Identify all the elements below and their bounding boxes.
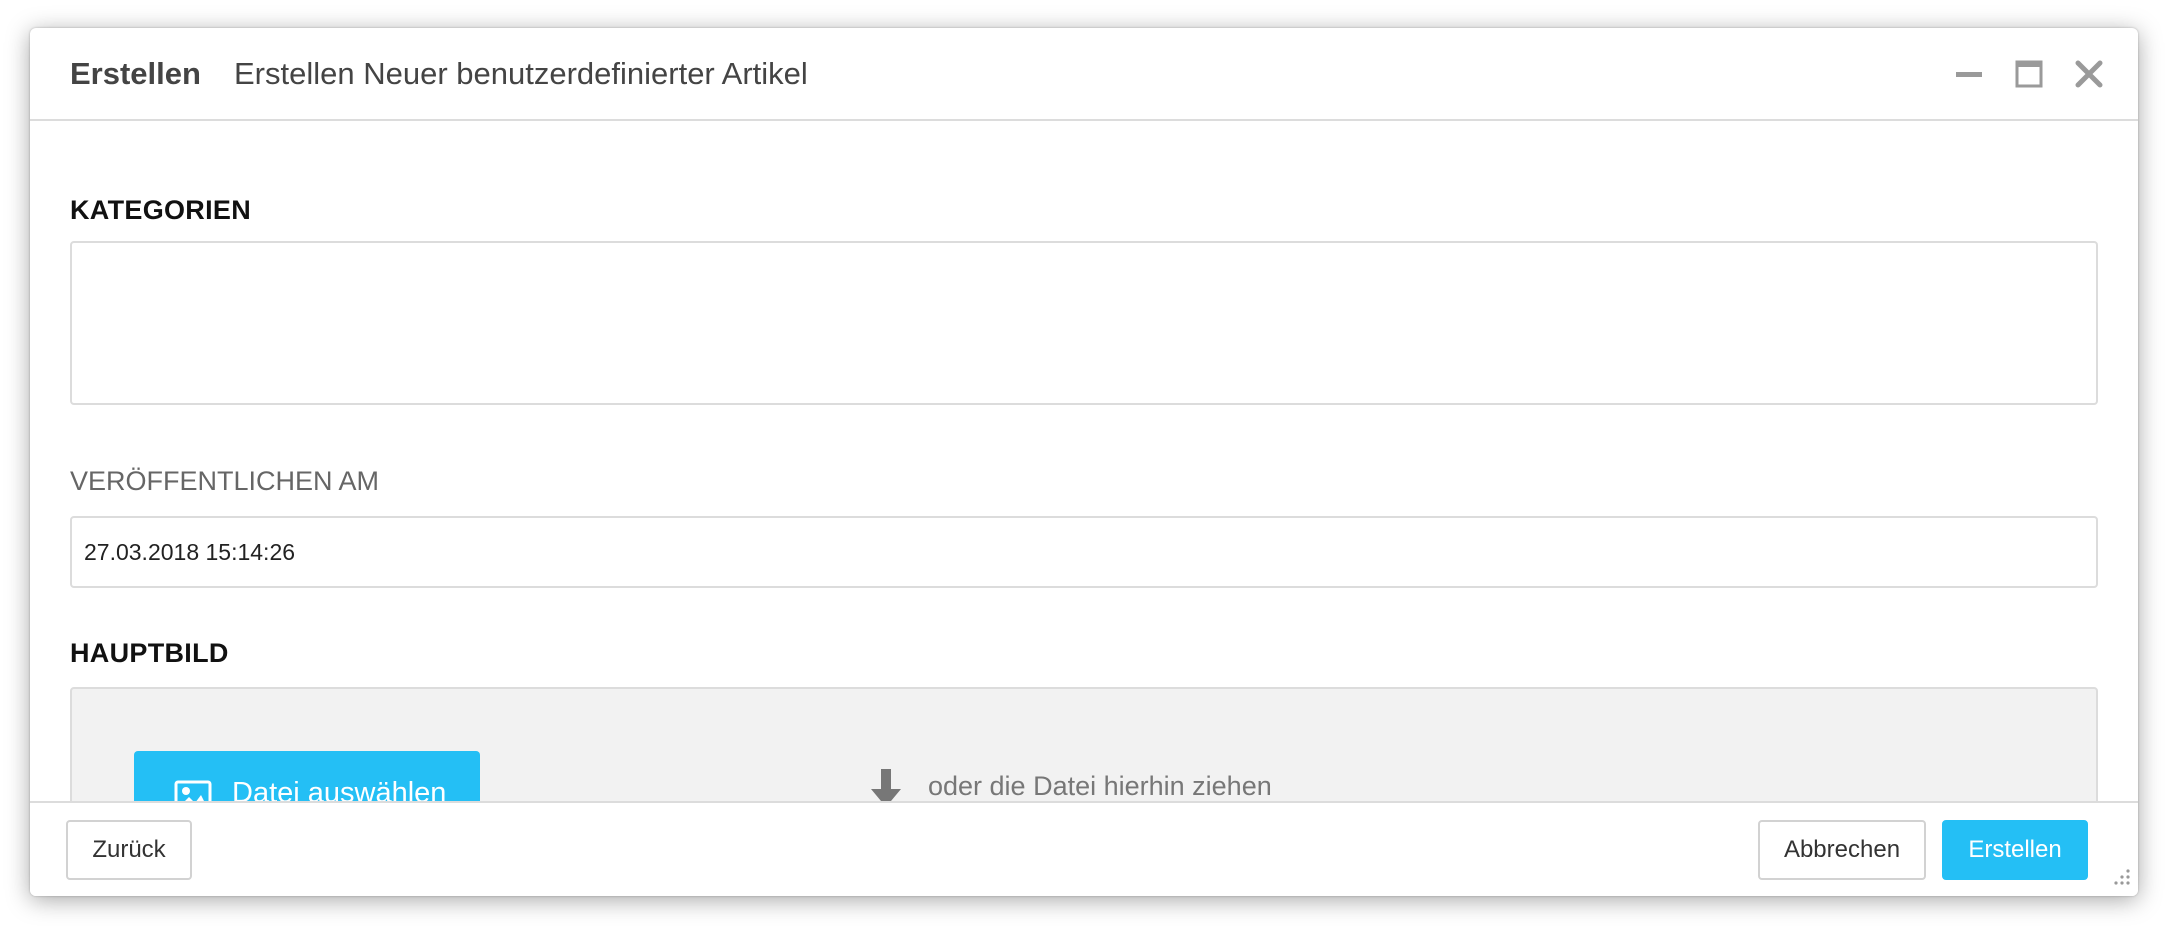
maximize-button[interactable]	[2013, 58, 2045, 90]
main-image-label: HAUPTBILD	[70, 638, 229, 668]
image-dropzone[interactable]: Datei auswählen oder die Datei hierhin z…	[70, 687, 2098, 801]
close-button[interactable]	[2073, 58, 2105, 90]
arrow-down-icon	[871, 769, 901, 801]
publish-date-field-wrapper	[70, 516, 2098, 588]
dialog-footer: Zurück Abbrechen Erstellen	[30, 801, 2138, 896]
minimize-icon	[1956, 72, 1982, 77]
categories-label: KATEGORIEN	[70, 195, 252, 225]
choose-file-label: Datei auswählen	[232, 777, 447, 801]
resize-grip-icon[interactable]	[2108, 863, 2132, 887]
choose-file-button[interactable]: Datei auswählen	[134, 751, 480, 801]
back-button[interactable]: Zurück	[66, 820, 192, 880]
categories-field[interactable]	[70, 241, 2098, 405]
publish-date-input[interactable]	[72, 518, 2096, 586]
close-icon	[2075, 60, 2103, 88]
image-icon	[174, 780, 212, 801]
create-article-dialog: Erstellen Erstellen Neuer benutzerdefini…	[30, 28, 2138, 896]
create-button[interactable]: Erstellen	[1942, 820, 2088, 880]
dialog-title: Erstellen	[70, 56, 201, 91]
cancel-button[interactable]: Abbrechen	[1758, 820, 1926, 880]
drop-hint-text: oder die Datei hierhin ziehen	[928, 771, 1272, 801]
minimize-button[interactable]	[1953, 58, 1985, 90]
dialog-subtitle: Erstellen Neuer benutzerdefinierter Arti…	[234, 56, 808, 91]
dialog-body: KATEGORIEN VERÖFFENTLICHEN AM HAUPTBILD …	[30, 121, 2138, 801]
dialog-titlebar[interactable]: Erstellen Erstellen Neuer benutzerdefini…	[30, 28, 2138, 121]
maximize-icon	[2015, 60, 2043, 88]
publish-date-label: VERÖFFENTLICHEN AM	[70, 466, 380, 496]
